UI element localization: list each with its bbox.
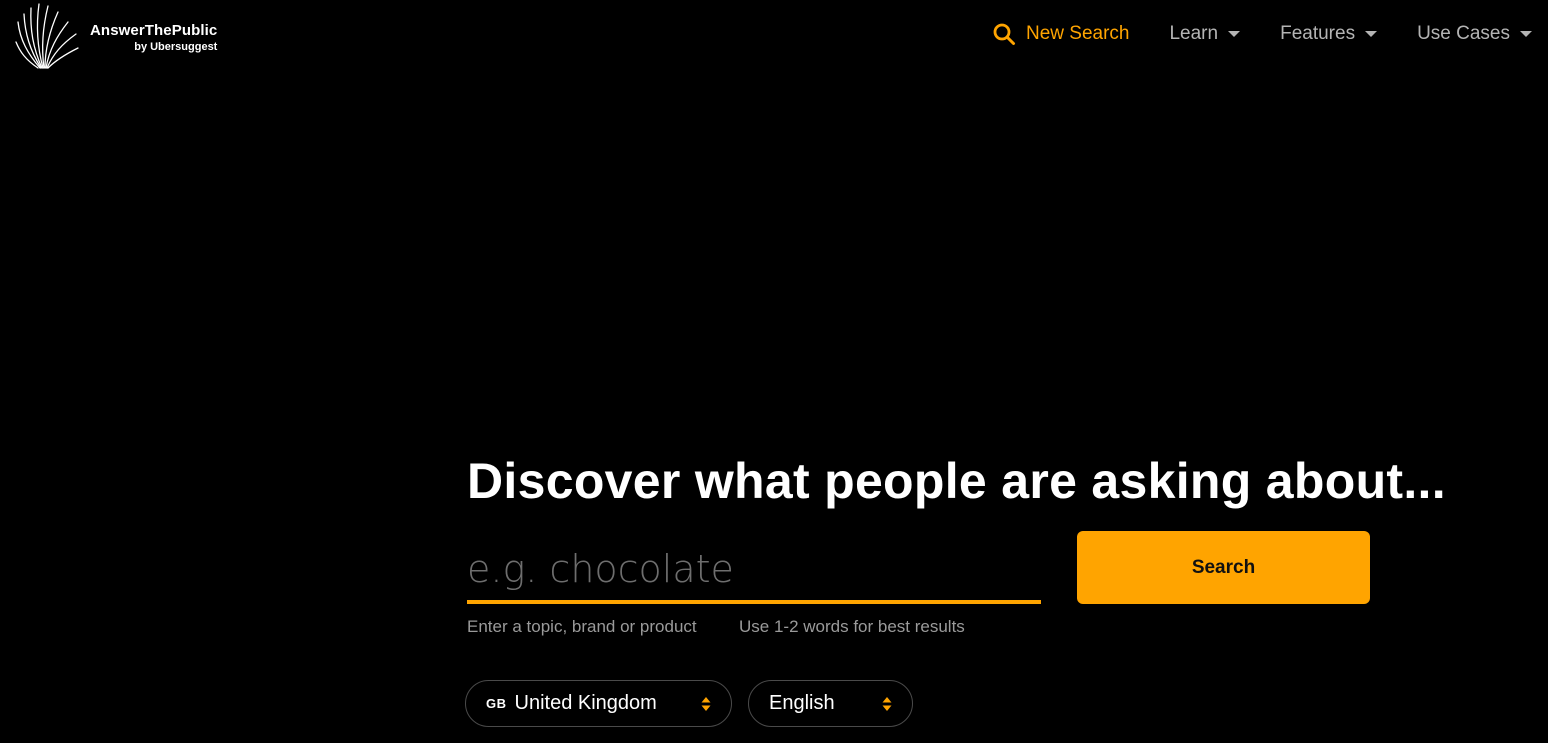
country-select-value: United Kingdom	[514, 692, 657, 714]
nav-features[interactable]: Features	[1280, 23, 1378, 45]
top-nav: New Search Learn Features Use Cases	[992, 18, 1532, 50]
country-flag-code: GB	[486, 696, 507, 711]
caret-down-icon	[1365, 31, 1378, 37]
search-icon	[993, 23, 1015, 45]
hint-topic: Enter a topic, brand or product	[467, 617, 697, 636]
brand-logo[interactable]: AnswerThePublic by Ubersuggest	[14, 2, 217, 70]
search-input[interactable]	[467, 540, 1041, 598]
search-button[interactable]: Search	[1077, 531, 1370, 604]
brand-subtitle: by Ubersuggest	[134, 41, 218, 53]
nav-new-search[interactable]: New Search	[992, 22, 1130, 46]
sparkle-lines-logo-icon	[15, 3, 79, 69]
brand-title: AnswerThePublic	[90, 22, 218, 39]
sort-arrows-icon	[701, 696, 711, 711]
sort-arrows-icon	[882, 696, 892, 711]
hero-headline: Discover what people are asking about...	[467, 453, 1446, 509]
nav-learn[interactable]: Learn	[1169, 23, 1241, 45]
nav-new-search-label: New Search	[1025, 23, 1130, 44]
nav-use-cases-label: Use Cases	[1417, 23, 1510, 44]
nav-features-label: Features	[1280, 23, 1356, 44]
brand-text: AnswerThePublic by Ubersuggest	[90, 22, 217, 53]
nav-use-cases[interactable]: Use Cases	[1417, 23, 1532, 45]
hint-words: Use 1-2 words for best results	[739, 617, 965, 636]
page: AnswerThePublic by Ubersuggest New Searc…	[0, 0, 1548, 743]
language-select[interactable]: English	[748, 680, 913, 727]
search-field	[467, 540, 1041, 604]
caret-down-icon	[1228, 31, 1241, 37]
nav-learn-label: Learn	[1169, 23, 1219, 44]
country-select[interactable]: GB United Kingdom	[465, 680, 732, 727]
language-select-value: English	[769, 692, 835, 714]
caret-down-icon	[1520, 31, 1532, 37]
